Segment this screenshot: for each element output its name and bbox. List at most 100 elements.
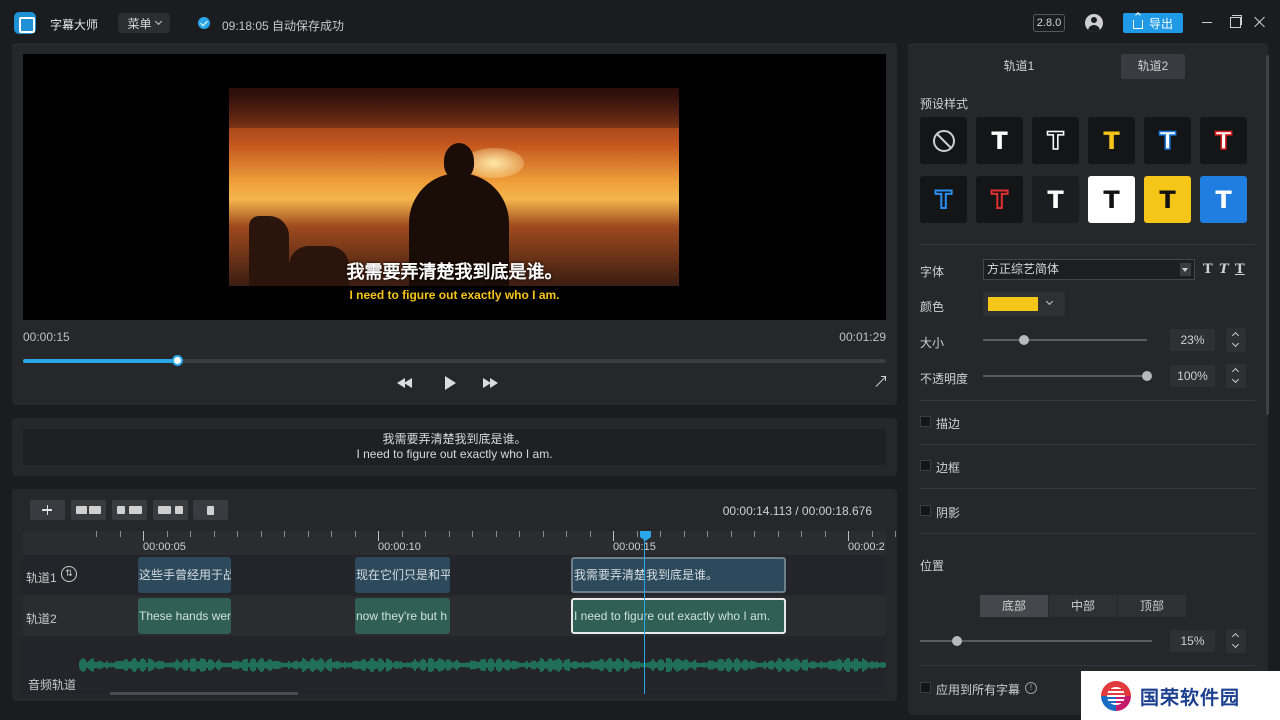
- subtitle-cn-overlay: 我需要弄清楚我到底是谁。: [346, 262, 563, 282]
- preset-red-outline[interactable]: T: [976, 176, 1023, 223]
- user-avatar-icon[interactable]: [1085, 14, 1103, 32]
- subtitle-text-editor[interactable]: 我需要弄清楚我到底是谁。 I need to figure out exactl…: [23, 429, 886, 465]
- font-select[interactable]: 方正综艺简体: [983, 259, 1195, 280]
- ruler-tick: [613, 531, 614, 541]
- ruler-tick: [566, 531, 567, 537]
- underline-icon[interactable]: T: [1235, 262, 1245, 277]
- ruler-tick: [707, 531, 708, 537]
- preset-outline-white[interactable]: T: [1032, 117, 1079, 164]
- ruler-tick: [636, 531, 638, 537]
- split-button[interactable]: [71, 500, 106, 520]
- preset-white[interactable]: T: [976, 117, 1023, 164]
- ruler-tick: [166, 531, 168, 537]
- ruler-tick: [260, 531, 262, 537]
- merge-right-button[interactable]: [153, 500, 188, 520]
- style-panel-scrollbar[interactable]: [1266, 55, 1269, 415]
- color-picker[interactable]: [983, 292, 1065, 316]
- offset-slider-handle[interactable]: [952, 636, 962, 646]
- tab-track-2[interactable]: 轨道2: [1121, 54, 1185, 79]
- preset-blue-stroke[interactable]: T: [1144, 117, 1191, 164]
- subtitle-clip-selected[interactable]: I need to figure out exactly who I am.: [571, 598, 786, 634]
- subtitle-text-panel: 我需要弄清楚我到底是谁。 I need to figure out exactl…: [12, 418, 897, 476]
- preset-yellow-bg[interactable]: T: [1144, 176, 1191, 223]
- stroke-checkbox[interactable]: [920, 416, 931, 427]
- size-slider-handle[interactable]: [1019, 335, 1029, 345]
- export-button[interactable]: 导出: [1123, 13, 1183, 33]
- bold-icon[interactable]: T: [1203, 262, 1213, 277]
- border-checkbox[interactable]: [920, 460, 931, 471]
- time-ruler[interactable]: 00:00:05 00:00:10 00:00:15 00:00:2: [23, 531, 967, 555]
- track-1: 轨道1 ⇅ 这些手曾经用于战 现在它们只是和平 我需要弄清楚我到底是谁。: [23, 555, 886, 595]
- preset-dark[interactable]: T: [1032, 176, 1079, 223]
- subtitle-clip[interactable]: 现在它们只是和平: [355, 557, 450, 593]
- preset-title: 预设样式: [920, 97, 969, 111]
- menu-button[interactable]: 菜单: [118, 13, 170, 33]
- seek-handle[interactable]: [171, 355, 183, 366]
- timeline-scrollbar[interactable]: [110, 692, 298, 695]
- subtitle-text-line-2: I need to figure out exactly who I am.: [356, 447, 553, 461]
- preset-blue-bg[interactable]: T: [1200, 176, 1247, 223]
- fullscreen-icon[interactable]: [874, 376, 886, 388]
- minimize-icon[interactable]: [1199, 14, 1215, 30]
- fast-forward-icon[interactable]: [481, 376, 501, 390]
- chevron-down-icon: [1045, 297, 1054, 306]
- video-viewport[interactable]: 我需要弄清楚我到底是谁。 I need to figure out exactl…: [23, 54, 886, 320]
- seek-bar[interactable]: [23, 355, 886, 366]
- title-bar: 字幕大师 菜单 09:18:05 自动保存成功 2.8.0 导出: [0, 0, 1280, 44]
- opacity-value[interactable]: 100%: [1170, 365, 1215, 387]
- ruler-tick: [143, 531, 144, 541]
- subtitle-text-line-1: 我需要弄清楚我到底是谁。: [382, 432, 527, 446]
- ruler-tick: [96, 531, 97, 537]
- opacity-stepper[interactable]: [1226, 364, 1246, 388]
- add-subtitle-button[interactable]: [30, 500, 65, 520]
- italic-icon[interactable]: T: [1219, 262, 1229, 277]
- ruler-label: 00:00:05: [143, 541, 186, 553]
- preset-red-stroke[interactable]: T: [1200, 117, 1247, 164]
- delete-button[interactable]: [193, 500, 228, 520]
- tab-track-1[interactable]: 轨道1: [987, 54, 1051, 79]
- subtitle-clip[interactable]: now they're but h: [355, 598, 450, 634]
- divider: [920, 444, 1255, 445]
- shadow-checkbox[interactable]: [920, 505, 931, 516]
- merge-left-button[interactable]: [112, 500, 147, 520]
- info-icon[interactable]: !: [1025, 682, 1037, 694]
- offset-stepper[interactable]: [1226, 629, 1246, 653]
- audio-waveform[interactable]: [79, 658, 886, 672]
- close-icon[interactable]: [1252, 14, 1268, 30]
- size-stepper[interactable]: [1226, 328, 1246, 352]
- position-bottom[interactable]: 底部: [980, 595, 1048, 617]
- ruler-tick: [754, 531, 755, 537]
- ruler-tick: [730, 531, 732, 537]
- export-label: 导出: [1148, 16, 1173, 31]
- size-label: 大小: [920, 336, 945, 350]
- rewind-icon[interactable]: [396, 376, 416, 390]
- ruler-label: 00:00:2: [848, 541, 885, 553]
- opacity-slider[interactable]: [983, 371, 1152, 381]
- apply-all-label: 应用到所有字幕: [936, 683, 1021, 697]
- subtitle-clip-selected[interactable]: 我需要弄清楚我到底是谁。: [571, 557, 786, 593]
- position-top[interactable]: 顶部: [1118, 595, 1186, 617]
- preset-yellow[interactable]: T: [1088, 117, 1135, 164]
- ruler-tick: [871, 531, 873, 537]
- position-middle[interactable]: 中部: [1049, 595, 1117, 617]
- preset-white-bg[interactable]: T: [1088, 176, 1135, 223]
- preset-blue-outline[interactable]: T: [920, 176, 967, 223]
- apply-all-checkbox[interactable]: [920, 682, 931, 693]
- maximize-icon[interactable]: [1227, 14, 1243, 30]
- preset-none[interactable]: [920, 117, 967, 164]
- color-swatch: [988, 297, 1038, 311]
- ruler-tick: [519, 531, 520, 537]
- border-label: 边框: [936, 461, 961, 475]
- subtitle-clip[interactable]: 这些手曾经用于战: [138, 557, 231, 593]
- subtitle-clip[interactable]: These hands wer: [138, 598, 231, 634]
- opacity-slider-handle[interactable]: [1142, 371, 1152, 381]
- ruler-tick: [448, 531, 450, 537]
- size-slider[interactable]: [983, 335, 1147, 345]
- size-value[interactable]: 23%: [1170, 329, 1215, 351]
- track-order-icon[interactable]: ⇅: [61, 566, 77, 582]
- play-icon[interactable]: [440, 376, 460, 390]
- video-frame: [229, 88, 679, 286]
- offset-value[interactable]: 15%: [1170, 630, 1215, 652]
- offset-slider[interactable]: [920, 636, 1152, 646]
- ruler-tick: [284, 531, 285, 537]
